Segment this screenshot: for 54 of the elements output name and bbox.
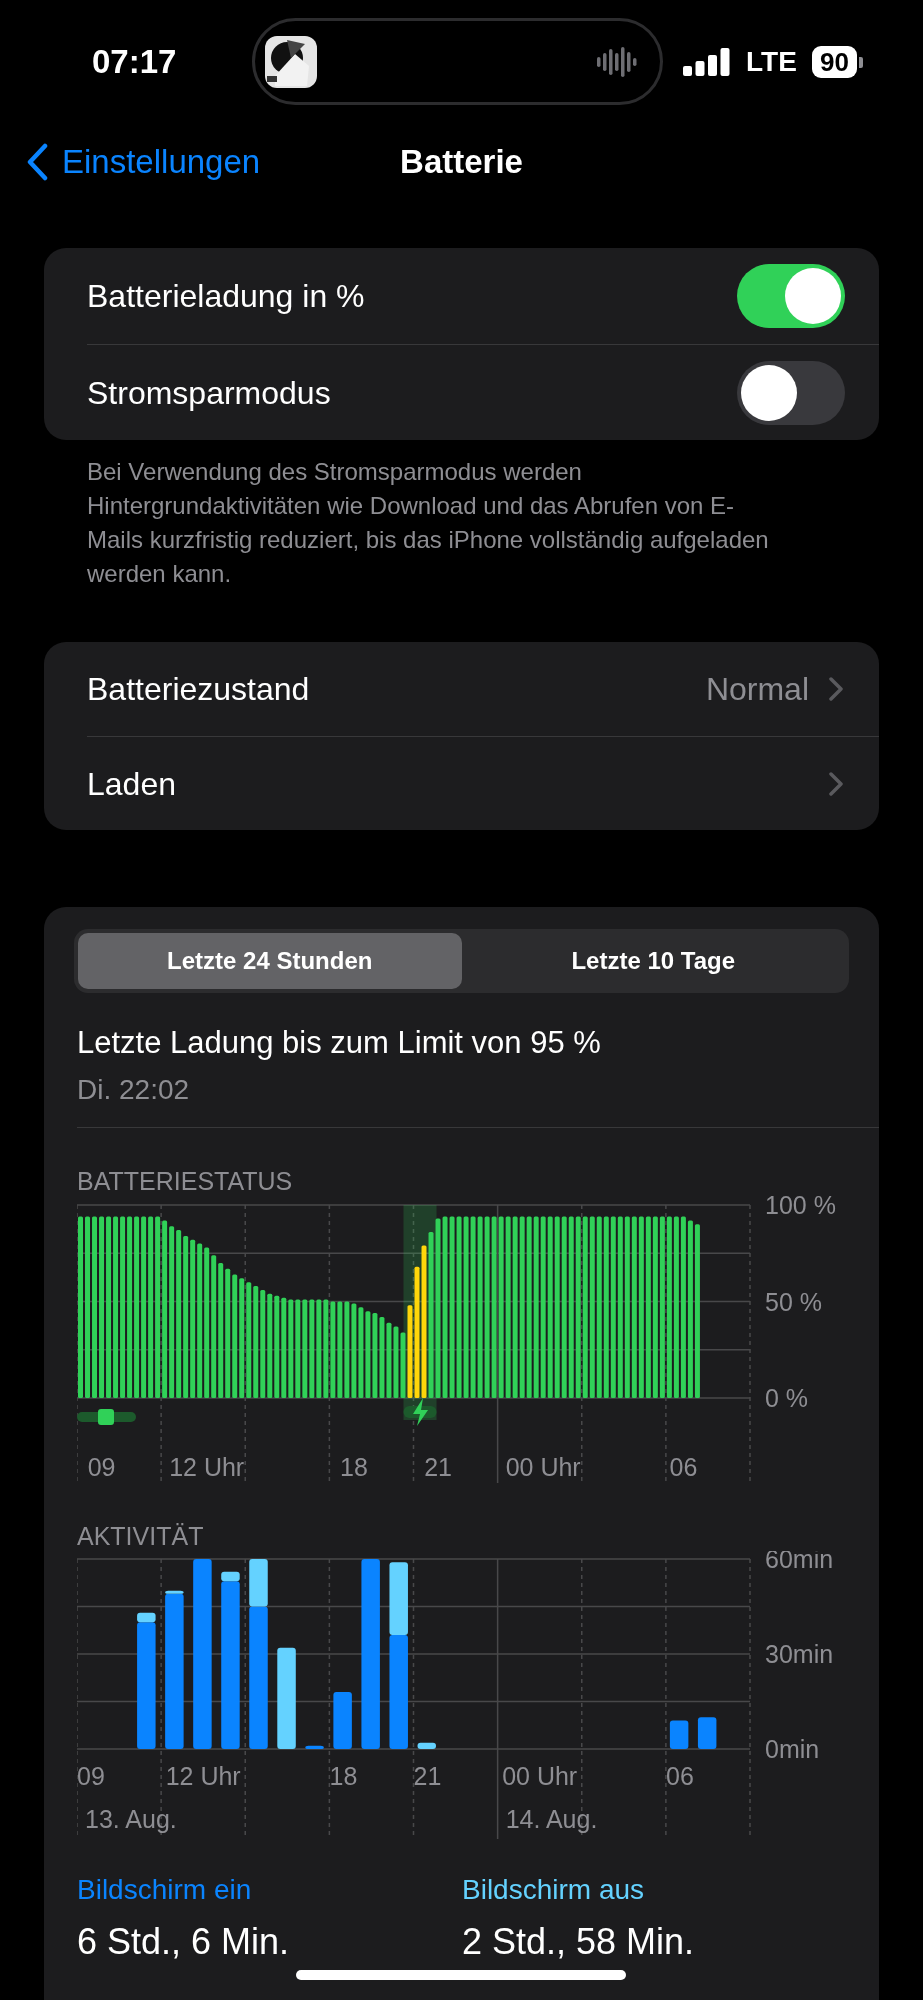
legend-label: Bildschirm aus [462, 1873, 646, 1907]
axis-label: 0 % [765, 1384, 809, 1412]
axis-label: 09 [87, 1453, 116, 1481]
setting-label: Batterieladung in % [87, 277, 365, 316]
axis-label: 0min [765, 1735, 820, 1763]
chart-bar [669, 1720, 689, 1749]
settings-row[interactable]: Batteriezustand Normal [87, 642, 879, 736]
last-charge-time: Di. 22:02 [77, 1073, 191, 1107]
axis-label: 18 [340, 1453, 368, 1481]
waveform-icon [596, 46, 640, 77]
date-label: 13. Aug. [85, 1805, 177, 1833]
chart-title: AKTIVITÄT [77, 1521, 205, 1552]
setting-label: Stromsparmodus [87, 373, 331, 413]
status-time: 07:17 [92, 42, 177, 83]
chart-bar [697, 1717, 717, 1749]
axis-label: 21 [413, 1762, 442, 1790]
axis-label: 00 Uhr [502, 1762, 578, 1790]
page-title: Batterie [399, 142, 524, 183]
battery-indicator: 90 [812, 46, 863, 78]
charging-bolt-icon [403, 1398, 437, 1426]
back-button[interactable]: Einstellungen [26, 137, 261, 187]
axis-label: 12 Uhr [169, 1453, 245, 1481]
axis-label: 06 [666, 1762, 694, 1790]
legend-label: Bildschirm ein [77, 1873, 253, 1907]
axis-label: 00 Uhr [505, 1453, 581, 1481]
axis-label: 30min [765, 1640, 834, 1668]
setting-value: Normal [705, 670, 809, 709]
axis-label: 50 % [765, 1287, 822, 1316]
chart-bar [417, 1742, 436, 1749]
chevron-left-icon [26, 143, 48, 181]
chart-title: BATTERIESTATUS [77, 1166, 294, 1197]
network-label: LTE [746, 45, 797, 79]
axis-label: 06 [669, 1453, 698, 1481]
chevron-right-icon [829, 677, 843, 701]
setting-label: Batteriezustand [87, 670, 311, 709]
segment-tab[interactable]: Letzte 24 Stunden [78, 933, 462, 989]
chart-bar [305, 1745, 324, 1749]
chart-bar [333, 1692, 352, 1749]
axis-label: 09 [77, 1762, 105, 1790]
date-label: 14. Aug. [505, 1805, 598, 1833]
legend-value: 2 Std., 58 Min. [462, 1920, 696, 1964]
axis-label: 12 Uhr [165, 1762, 241, 1790]
segment-tab[interactable]: Letzte 10 Tage [461, 933, 845, 989]
axis-label: 18 [329, 1762, 358, 1790]
axis-label: 100 % [765, 1195, 836, 1219]
slider-handle-icon[interactable] [77, 1409, 136, 1425]
signal-icon [683, 48, 731, 76]
setting-label: Laden [87, 764, 177, 804]
footer-note: Bei Verwendung des Stromsparmodus werden Hintergrundaktivitäten wie Download und das Abrufen von E-Mails kurzfristig reduziert, bis das iPhone vollständig aufgeladen werden kann. [87, 457, 770, 589]
last-charge-text: Letzte Ladung bis zum Limit von 95 % [77, 1024, 602, 1062]
settings-row[interactable]: Laden [87, 736, 879, 830]
axis-label: 21 [424, 1453, 452, 1481]
chevron-right-icon [829, 771, 843, 796]
legend-value: 6 Std., 6 Min. [77, 1920, 291, 1964]
